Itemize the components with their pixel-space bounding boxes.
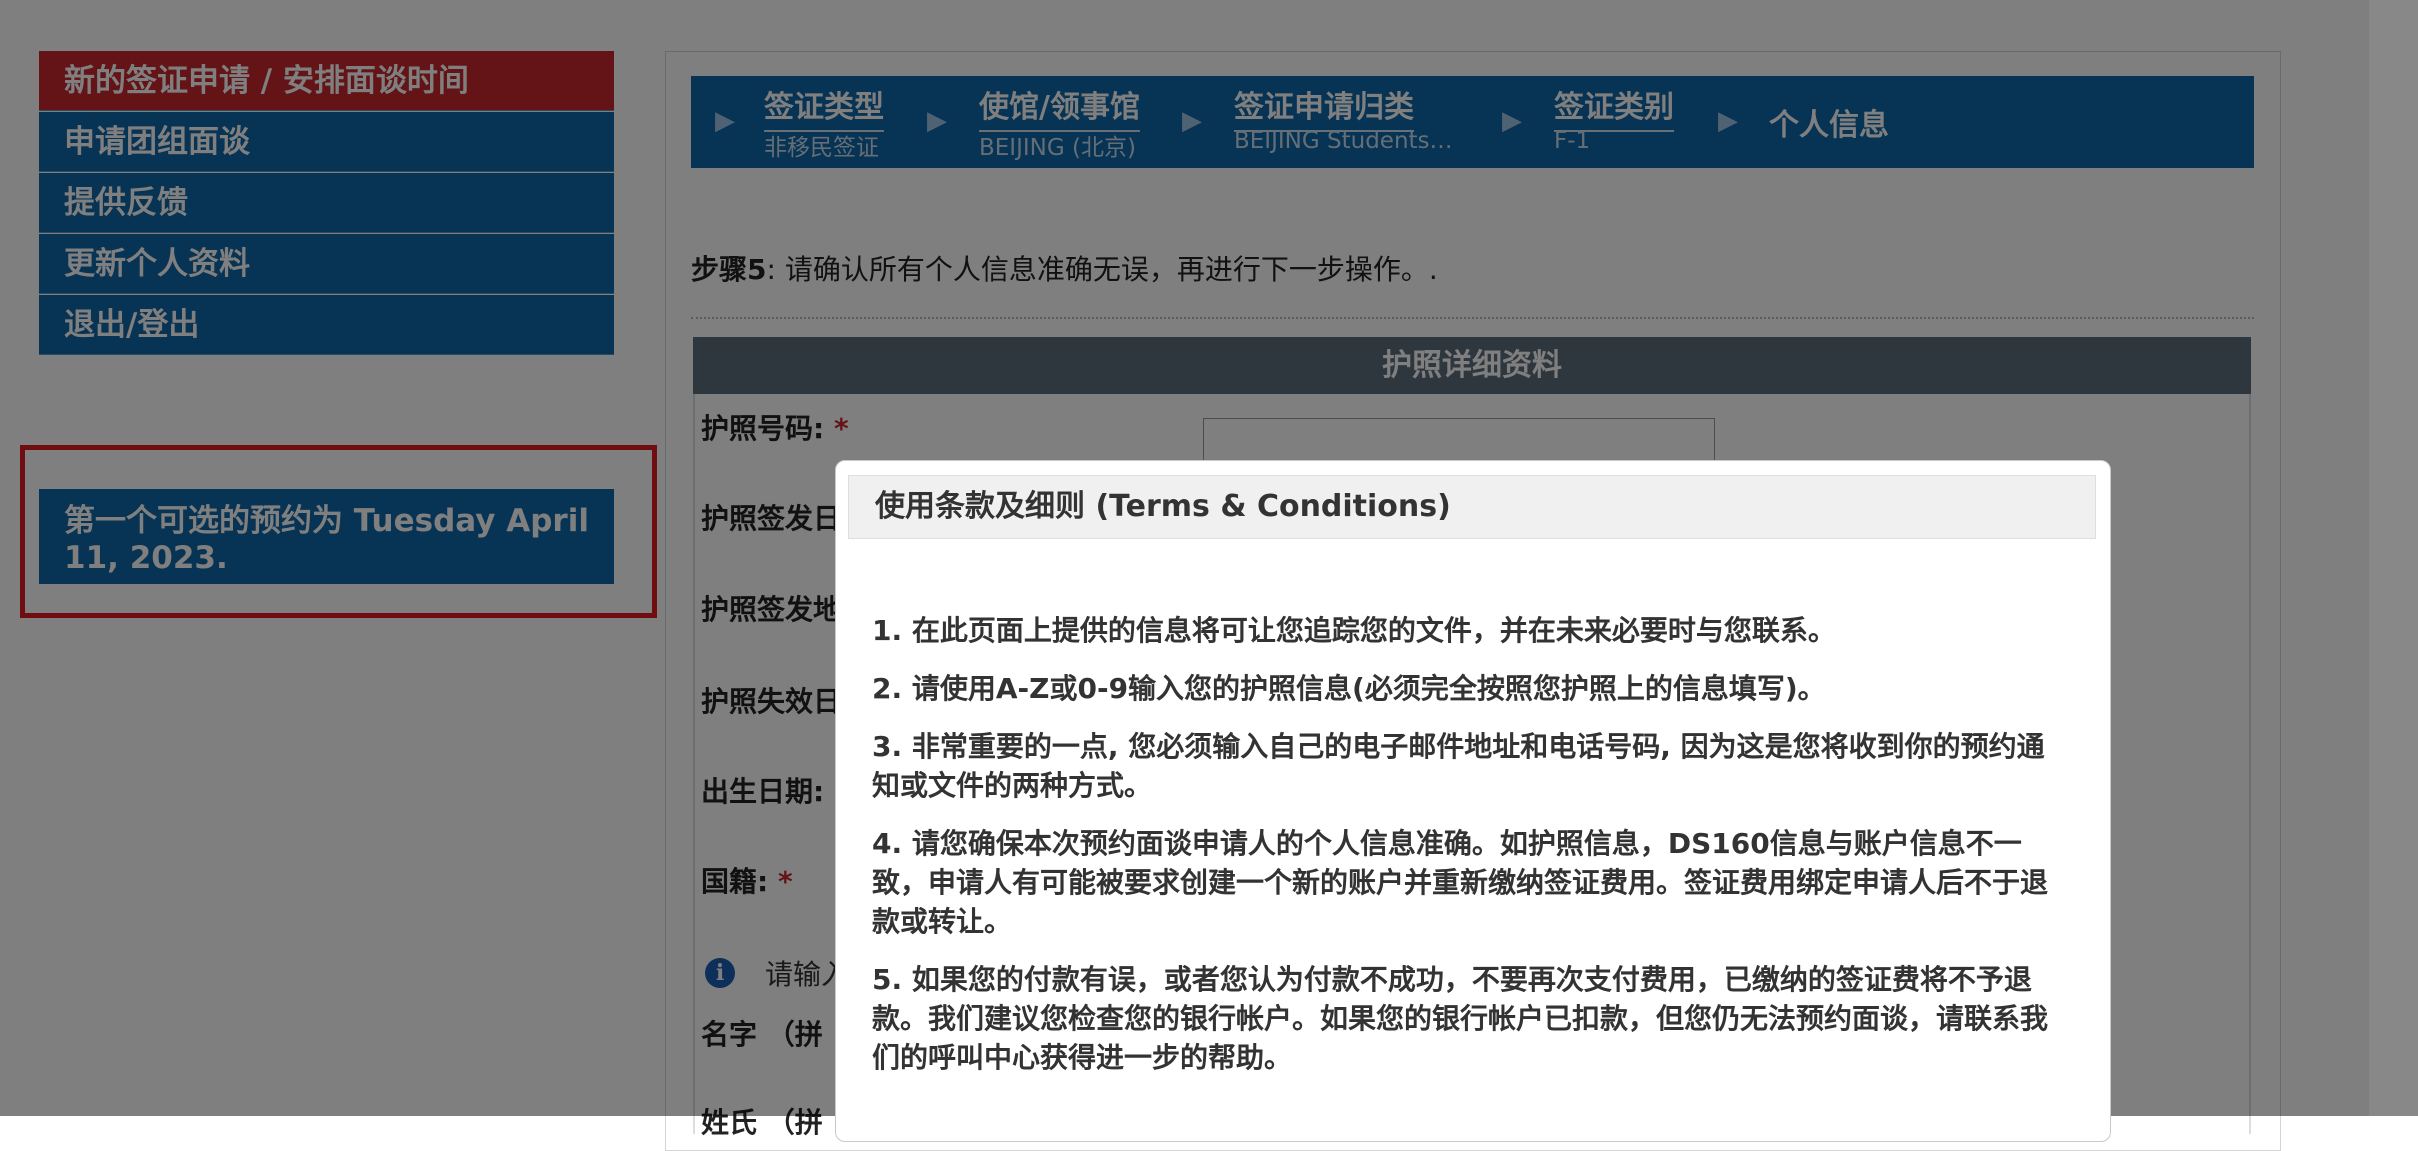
dialog-body: 1. 在此页面上提供的信息将可让您追踪您的文件，并在未来必要时与您联系。 2. … xyxy=(872,611,2072,1096)
term-item: 3. 非常重要的一点, 您必须输入自己的电子邮件地址和电话号码, 因为这是您将收… xyxy=(872,730,2045,802)
dialog-title: 使用条款及细则 (Terms & Conditions) xyxy=(848,475,2096,539)
term-item: 1. 在此页面上提供的信息将可让您追踪您的文件，并在未来必要时与您联系。 xyxy=(872,614,1836,647)
scrollbar[interactable] xyxy=(2369,0,2418,1116)
term-item: 5. 如果您的付款有误，或者您认为付款不成功，不要再次支付费用，已缴纳的签证费将… xyxy=(872,963,2049,1074)
term-item: 4. 请您确保本次预约面谈申请人的个人信息准确。如护照信息，DS160信息与账户… xyxy=(872,827,2049,938)
terms-dialog: 使用条款及细则 (Terms & Conditions) 1. 在此页面上提供的… xyxy=(835,460,2111,1142)
term-item: 2. 请使用A-Z或0-9输入您的护照信息(必须完全按照您护照上的信息填写)。 xyxy=(872,672,1826,705)
